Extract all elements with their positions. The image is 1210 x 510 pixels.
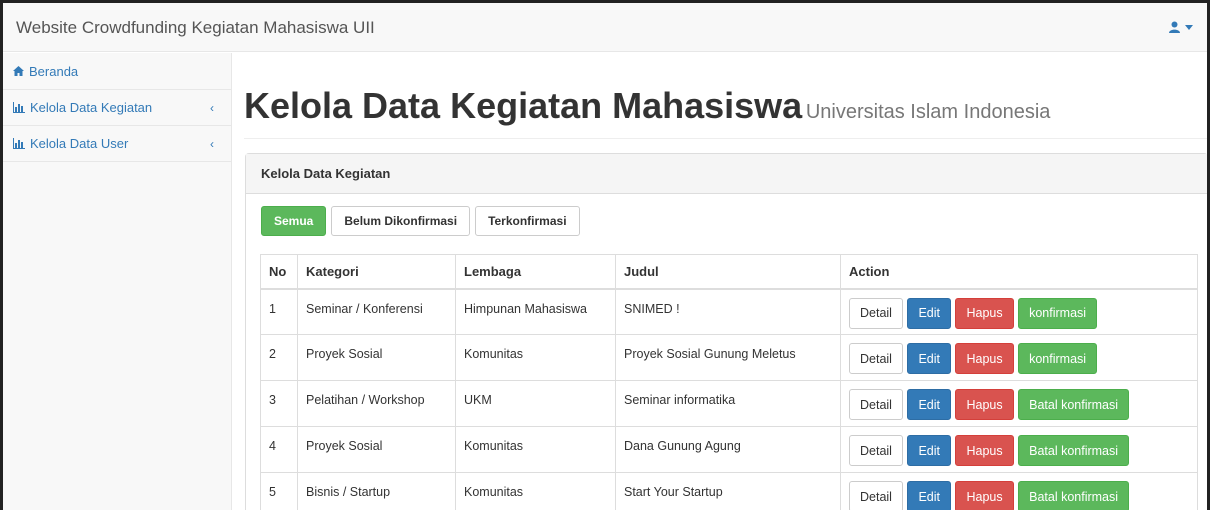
batal-konfirmasi-button[interactable]: Batal konfirmasi	[1018, 435, 1130, 466]
brand-title[interactable]: Website Crowdfunding Kegiatan Mahasiswa …	[16, 18, 375, 38]
cell-no: 3	[260, 380, 298, 427]
cell-kategori: Proyek Sosial	[297, 334, 456, 381]
kegiatan-panel: Kelola Data Kegiatan Semua Belum Dikonfi…	[245, 153, 1207, 510]
cell-lembaga: UKM	[455, 380, 616, 427]
cell-actions: Detail Edit Hapus konfirmasi	[840, 288, 1198, 335]
cell-judul: Seminar informatika	[615, 380, 841, 427]
cell-no: 5	[260, 472, 298, 510]
cell-actions: Detail Edit Hapus konfirmasi	[840, 334, 1198, 381]
cell-kategori: Proyek Sosial	[297, 426, 456, 473]
home-icon	[13, 66, 24, 76]
table-row: 2 Proyek Sosial Komunitas Proyek Sosial …	[260, 334, 1198, 381]
hapus-button[interactable]: Hapus	[955, 297, 1014, 329]
batal-konfirmasi-button[interactable]: Batal konfirmasi	[1018, 389, 1130, 420]
detail-button[interactable]: Detail	[849, 481, 903, 510]
detail-button[interactable]: Detail	[849, 343, 903, 374]
hapus-button[interactable]: Hapus	[955, 435, 1014, 466]
cell-lembaga: Komunitas	[455, 472, 616, 510]
chevron-left-icon[interactable]: ‹	[210, 137, 214, 151]
table-row: 4 Proyek Sosial Komunitas Dana Gunung Ag…	[260, 426, 1198, 473]
column-header-judul: Judul	[615, 254, 841, 290]
konfirmasi-button[interactable]: konfirmasi	[1018, 297, 1098, 329]
user-menu[interactable]	[1169, 21, 1193, 33]
kegiatan-table: No Kategori Lembaga Judul Action 1 Semin…	[260, 254, 1198, 510]
main-content: Kelola Data Kegiatan Mahasiswa Universit…	[244, 53, 1207, 510]
sidebar-item-label: Kelola Data User	[30, 136, 129, 151]
cell-no: 4	[260, 426, 298, 473]
cell-kategori: Seminar / Konferensi	[297, 288, 456, 335]
cell-lembaga: Komunitas	[455, 426, 616, 473]
app-window: Website Crowdfunding Kegiatan Mahasiswa …	[3, 3, 1207, 510]
cell-actions: Detail Edit Hapus Batal konfirmasi	[840, 472, 1198, 510]
sidebar-item-kelola-user[interactable]: Kelola Data User ‹	[3, 126, 231, 162]
column-header-kategori: Kategori	[297, 254, 456, 290]
cell-kategori: Pelatihan / Workshop	[297, 380, 456, 427]
sidebar-item-label: Beranda	[29, 63, 79, 79]
chevron-left-icon[interactable]: ‹	[210, 101, 214, 115]
table-row: 5 Bisnis / Startup Komunitas Start Your …	[260, 472, 1198, 510]
kegiatan-table-wrap: No Kategori Lembaga Judul Action 1 Semin…	[260, 254, 1198, 510]
filter-group: Semua Belum Dikonfirmasi Terkonfirmasi	[261, 206, 580, 236]
caret-down-icon	[1185, 24, 1193, 30]
cell-judul: SNIMED !	[615, 288, 841, 335]
sidebar-item-beranda[interactable]: Beranda	[3, 53, 231, 90]
batal-konfirmasi-button[interactable]: Batal konfirmasi	[1018, 481, 1130, 510]
detail-button[interactable]: Detail	[849, 435, 903, 466]
panel-heading: Kelola Data Kegiatan	[246, 154, 1207, 194]
hapus-button[interactable]: Hapus	[955, 481, 1014, 510]
cell-lembaga: Himpunan Mahasiswa	[455, 288, 616, 335]
cell-kategori: Bisnis / Startup	[297, 472, 456, 510]
filter-belum-dikonfirmasi-button[interactable]: Belum Dikonfirmasi	[331, 206, 471, 236]
edit-button[interactable]: Edit	[907, 297, 951, 329]
cell-no: 2	[260, 334, 298, 381]
column-header-action: Action	[840, 254, 1198, 290]
column-header-lembaga: Lembaga	[455, 254, 616, 290]
cell-no: 1	[260, 288, 298, 335]
page-subtitle: Universitas Islam Indonesia	[805, 101, 1051, 123]
user-icon	[1169, 21, 1180, 33]
sidebar: Beranda Kelola Data Kegiatan ‹ Kelola Da…	[3, 53, 232, 510]
edit-button[interactable]: Edit	[907, 343, 951, 374]
page-header: Kelola Data Kegiatan Mahasiswa Universit…	[244, 85, 1207, 139]
table-row: 1 Seminar / Konferensi Himpunan Mahasisw…	[260, 288, 1198, 335]
cell-lembaga: Komunitas	[455, 334, 616, 381]
edit-button[interactable]: Edit	[907, 481, 951, 510]
bar-chart-icon	[13, 102, 25, 113]
hapus-button[interactable]: Hapus	[955, 389, 1014, 420]
table-header-row: No Kategori Lembaga Judul Action	[260, 254, 1198, 290]
page-title: Kelola Data Kegiatan Mahasiswa	[244, 85, 803, 126]
cell-judul: Proyek Sosial Gunung Meletus	[615, 334, 841, 381]
column-header-no: No	[260, 254, 298, 290]
table-row: 3 Pelatihan / Workshop UKM Seminar infor…	[260, 380, 1198, 427]
hapus-button[interactable]: Hapus	[955, 343, 1014, 374]
filter-terkonfirmasi-button[interactable]: Terkonfirmasi	[475, 206, 580, 236]
top-navbar: Website Crowdfunding Kegiatan Mahasiswa …	[3, 3, 1207, 52]
sidebar-item-kelola-kegiatan[interactable]: Kelola Data Kegiatan ‹	[3, 90, 231, 126]
detail-button[interactable]: Detail	[849, 297, 903, 329]
sidebar-item-label: Kelola Data Kegiatan	[30, 100, 153, 115]
cell-actions: Detail Edit Hapus Batal konfirmasi	[840, 380, 1198, 427]
konfirmasi-button[interactable]: konfirmasi	[1018, 343, 1098, 374]
cell-actions: Detail Edit Hapus Batal konfirmasi	[840, 426, 1198, 473]
detail-button[interactable]: Detail	[849, 389, 903, 420]
edit-button[interactable]: Edit	[907, 435, 951, 466]
cell-judul: Dana Gunung Agung	[615, 426, 841, 473]
edit-button[interactable]: Edit	[907, 389, 951, 420]
bar-chart-icon	[13, 138, 25, 149]
cell-judul: Start Your Startup	[615, 472, 841, 510]
filter-semua-button[interactable]: Semua	[261, 206, 327, 236]
